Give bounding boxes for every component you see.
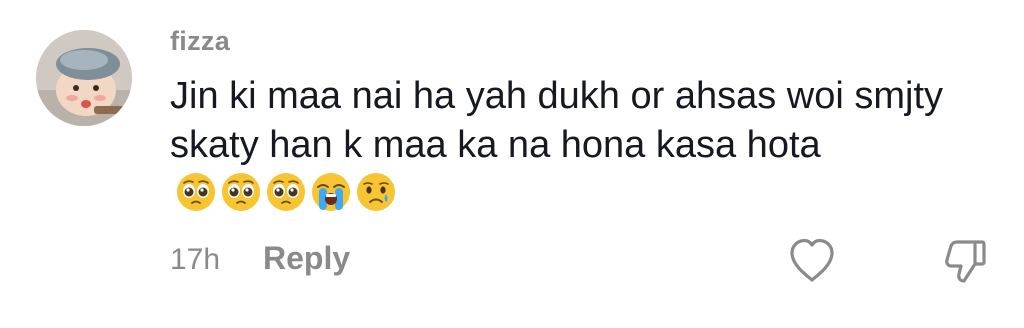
comment-item: fizza Jin ki maa nai ha yah dukh or ahsa… bbox=[0, 0, 1024, 328]
dislike-button[interactable] bbox=[942, 236, 988, 286]
heart-outline-icon bbox=[790, 238, 834, 282]
avatar-image bbox=[36, 30, 132, 126]
pleading-face-icon bbox=[222, 173, 260, 211]
like-button[interactable] bbox=[787, 236, 837, 284]
comment-username[interactable]: fizza bbox=[170, 26, 230, 57]
reply-button[interactable]: Reply bbox=[263, 240, 350, 277]
crying-face-icon bbox=[357, 173, 395, 211]
comment-timestamp: 17h bbox=[170, 243, 221, 276]
pleading-face-icon bbox=[177, 173, 215, 211]
comment-text: Jin ki maa nai ha yah dukh or ahsas woi … bbox=[170, 75, 944, 166]
thumbs-down-outline-icon bbox=[945, 240, 986, 283]
emoji-row bbox=[176, 172, 396, 212]
avatar[interactable] bbox=[36, 30, 132, 126]
loudly-crying-face-icon bbox=[312, 173, 350, 211]
comment-text-block: Jin ki maa nai ha yah dukh or ahsas woi … bbox=[170, 72, 970, 219]
pleading-face-icon bbox=[267, 173, 305, 211]
